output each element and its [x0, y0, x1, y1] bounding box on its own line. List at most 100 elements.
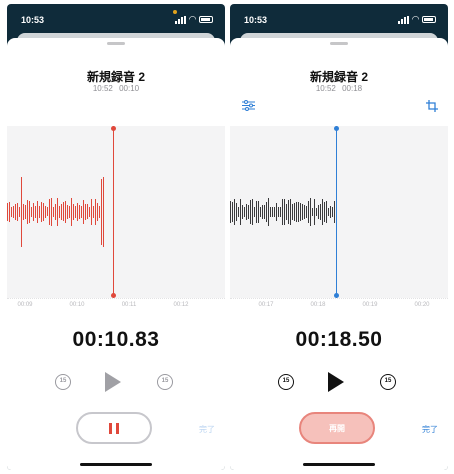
playhead[interactable]: [334, 126, 339, 298]
waveform-bar: [97, 203, 98, 221]
waveform-bar: [27, 200, 28, 224]
waveform-bar: [47, 207, 48, 217]
waveform-bar: [89, 207, 90, 217]
waveform-bar: [308, 201, 309, 223]
waveform-bar: [99, 205, 100, 219]
playback-controls: 15 15: [230, 372, 448, 394]
options-icon[interactable]: [242, 100, 255, 114]
waveform-bar: [101, 178, 102, 246]
waveform-area[interactable]: [230, 126, 448, 298]
waveform-bar: [316, 207, 317, 217]
home-indicator: [303, 463, 375, 466]
waveform-bar: [45, 206, 46, 218]
waveform-bar: [61, 203, 62, 221]
waveform-bar: [244, 207, 245, 217]
recording-meta: 10:52 00:10: [7, 84, 225, 93]
play-icon[interactable]: [105, 372, 121, 392]
waveform-bar: [268, 198, 269, 226]
waveform-bar: [15, 203, 16, 221]
waveform-bar: [73, 203, 74, 221]
elapsed-timer: 00:10.83: [72, 328, 160, 351]
skip-back-15-icon[interactable]: 15: [55, 374, 71, 390]
mic-in-use-indicator: [173, 10, 177, 14]
waveform-bar: [326, 201, 327, 223]
phone-screen-paused: 10:53 ◠ 新規録音 2 10:52 00:18 00:17 00:18 0…: [230, 4, 448, 470]
waveform-bar: [67, 205, 68, 219]
waveform-bar: [318, 204, 319, 220]
waveform-bar: [65, 201, 66, 223]
waveform-bar: [71, 198, 72, 226]
waveform-bar: [59, 206, 60, 218]
recording-time: 10:52: [92, 84, 113, 93]
waveform-bar: [246, 203, 247, 221]
recording-duration: 00:18: [342, 84, 363, 93]
waveform-area[interactable]: [7, 126, 225, 298]
waveform-bar: [43, 203, 44, 221]
waveform-bar: [53, 206, 54, 218]
trim-icon[interactable]: [426, 100, 438, 115]
tick-label: 00:20: [414, 302, 430, 308]
sheet-grabber[interactable]: [330, 42, 348, 45]
waveform-bar: [334, 200, 335, 224]
tick-label: 00:09: [17, 302, 33, 308]
tick-label: 00:17: [258, 302, 274, 308]
waveform-bar: [13, 205, 14, 219]
waveform-bar: [75, 205, 76, 219]
waveform-bar: [292, 203, 293, 221]
sheet-grabber[interactable]: [107, 42, 125, 45]
resume-button[interactable]: 再開: [299, 412, 375, 444]
waveform-bar: [324, 201, 325, 223]
recording-title[interactable]: 新規録音 2: [7, 68, 225, 85]
pause-button[interactable]: [76, 412, 152, 444]
recording-sheet: 新規録音 2 10:52 00:18 00:17 00:18 00:19 00:…: [230, 38, 448, 470]
waveform-bar: [328, 207, 329, 217]
waveform-bar: [298, 202, 299, 222]
waveform-bar: [51, 198, 52, 226]
waveform-bar: [248, 204, 249, 220]
pause-icon: [109, 423, 112, 434]
playhead[interactable]: [111, 126, 116, 298]
waveform-bar: [300, 202, 301, 222]
recording-meta: 10:52 00:18: [230, 84, 448, 93]
waveform-bar: [266, 201, 267, 223]
waveform-bar: [238, 206, 239, 218]
waveform-bar: [17, 202, 18, 222]
waveform-bar: [294, 202, 295, 222]
timeline-ruler: 00:17 00:18 00:19 00:20: [230, 298, 448, 312]
play-icon[interactable]: [328, 372, 344, 392]
recording-time: 10:52: [315, 84, 336, 93]
waveform-bar: [332, 207, 333, 217]
waveform: [230, 126, 448, 298]
done-button[interactable]: 完了: [422, 424, 438, 435]
waveform-bar: [290, 198, 291, 226]
waveform-bar: [81, 206, 82, 218]
skip-back-15-icon[interactable]: 15: [278, 374, 294, 390]
waveform-bar: [23, 203, 24, 221]
tick-label: 00:10: [69, 302, 85, 308]
waveform-bar: [79, 204, 80, 220]
waveform-bar: [280, 207, 281, 217]
skip-forward-15-icon[interactable]: 15: [157, 374, 173, 390]
waveform-bar: [103, 176, 104, 248]
cellular-signal-icon: [175, 15, 187, 24]
waveform-bar: [63, 202, 64, 222]
waveform-bar: [286, 204, 287, 220]
waveform-bar: [7, 203, 8, 221]
waveform-bar: [252, 199, 253, 225]
waveform-bar: [240, 199, 241, 225]
done-button[interactable]: 完了: [199, 424, 215, 435]
waveform-bar: [242, 205, 243, 219]
tick-label: 00:18: [310, 302, 326, 308]
waveform-bar: [272, 206, 273, 218]
recording-title[interactable]: 新規録音 2: [230, 68, 448, 85]
playhead-top-knob: [334, 126, 339, 131]
waveform-bar: [9, 202, 10, 222]
waveform-bar: [282, 198, 283, 226]
waveform-bar: [278, 206, 279, 217]
battery-icon: [422, 16, 436, 23]
skip-forward-15-icon[interactable]: 15: [380, 374, 396, 390]
tick-label: 00:12: [173, 302, 189, 308]
waveform-bar: [69, 206, 70, 218]
waveform-bar: [57, 198, 58, 226]
home-indicator: [80, 463, 152, 466]
